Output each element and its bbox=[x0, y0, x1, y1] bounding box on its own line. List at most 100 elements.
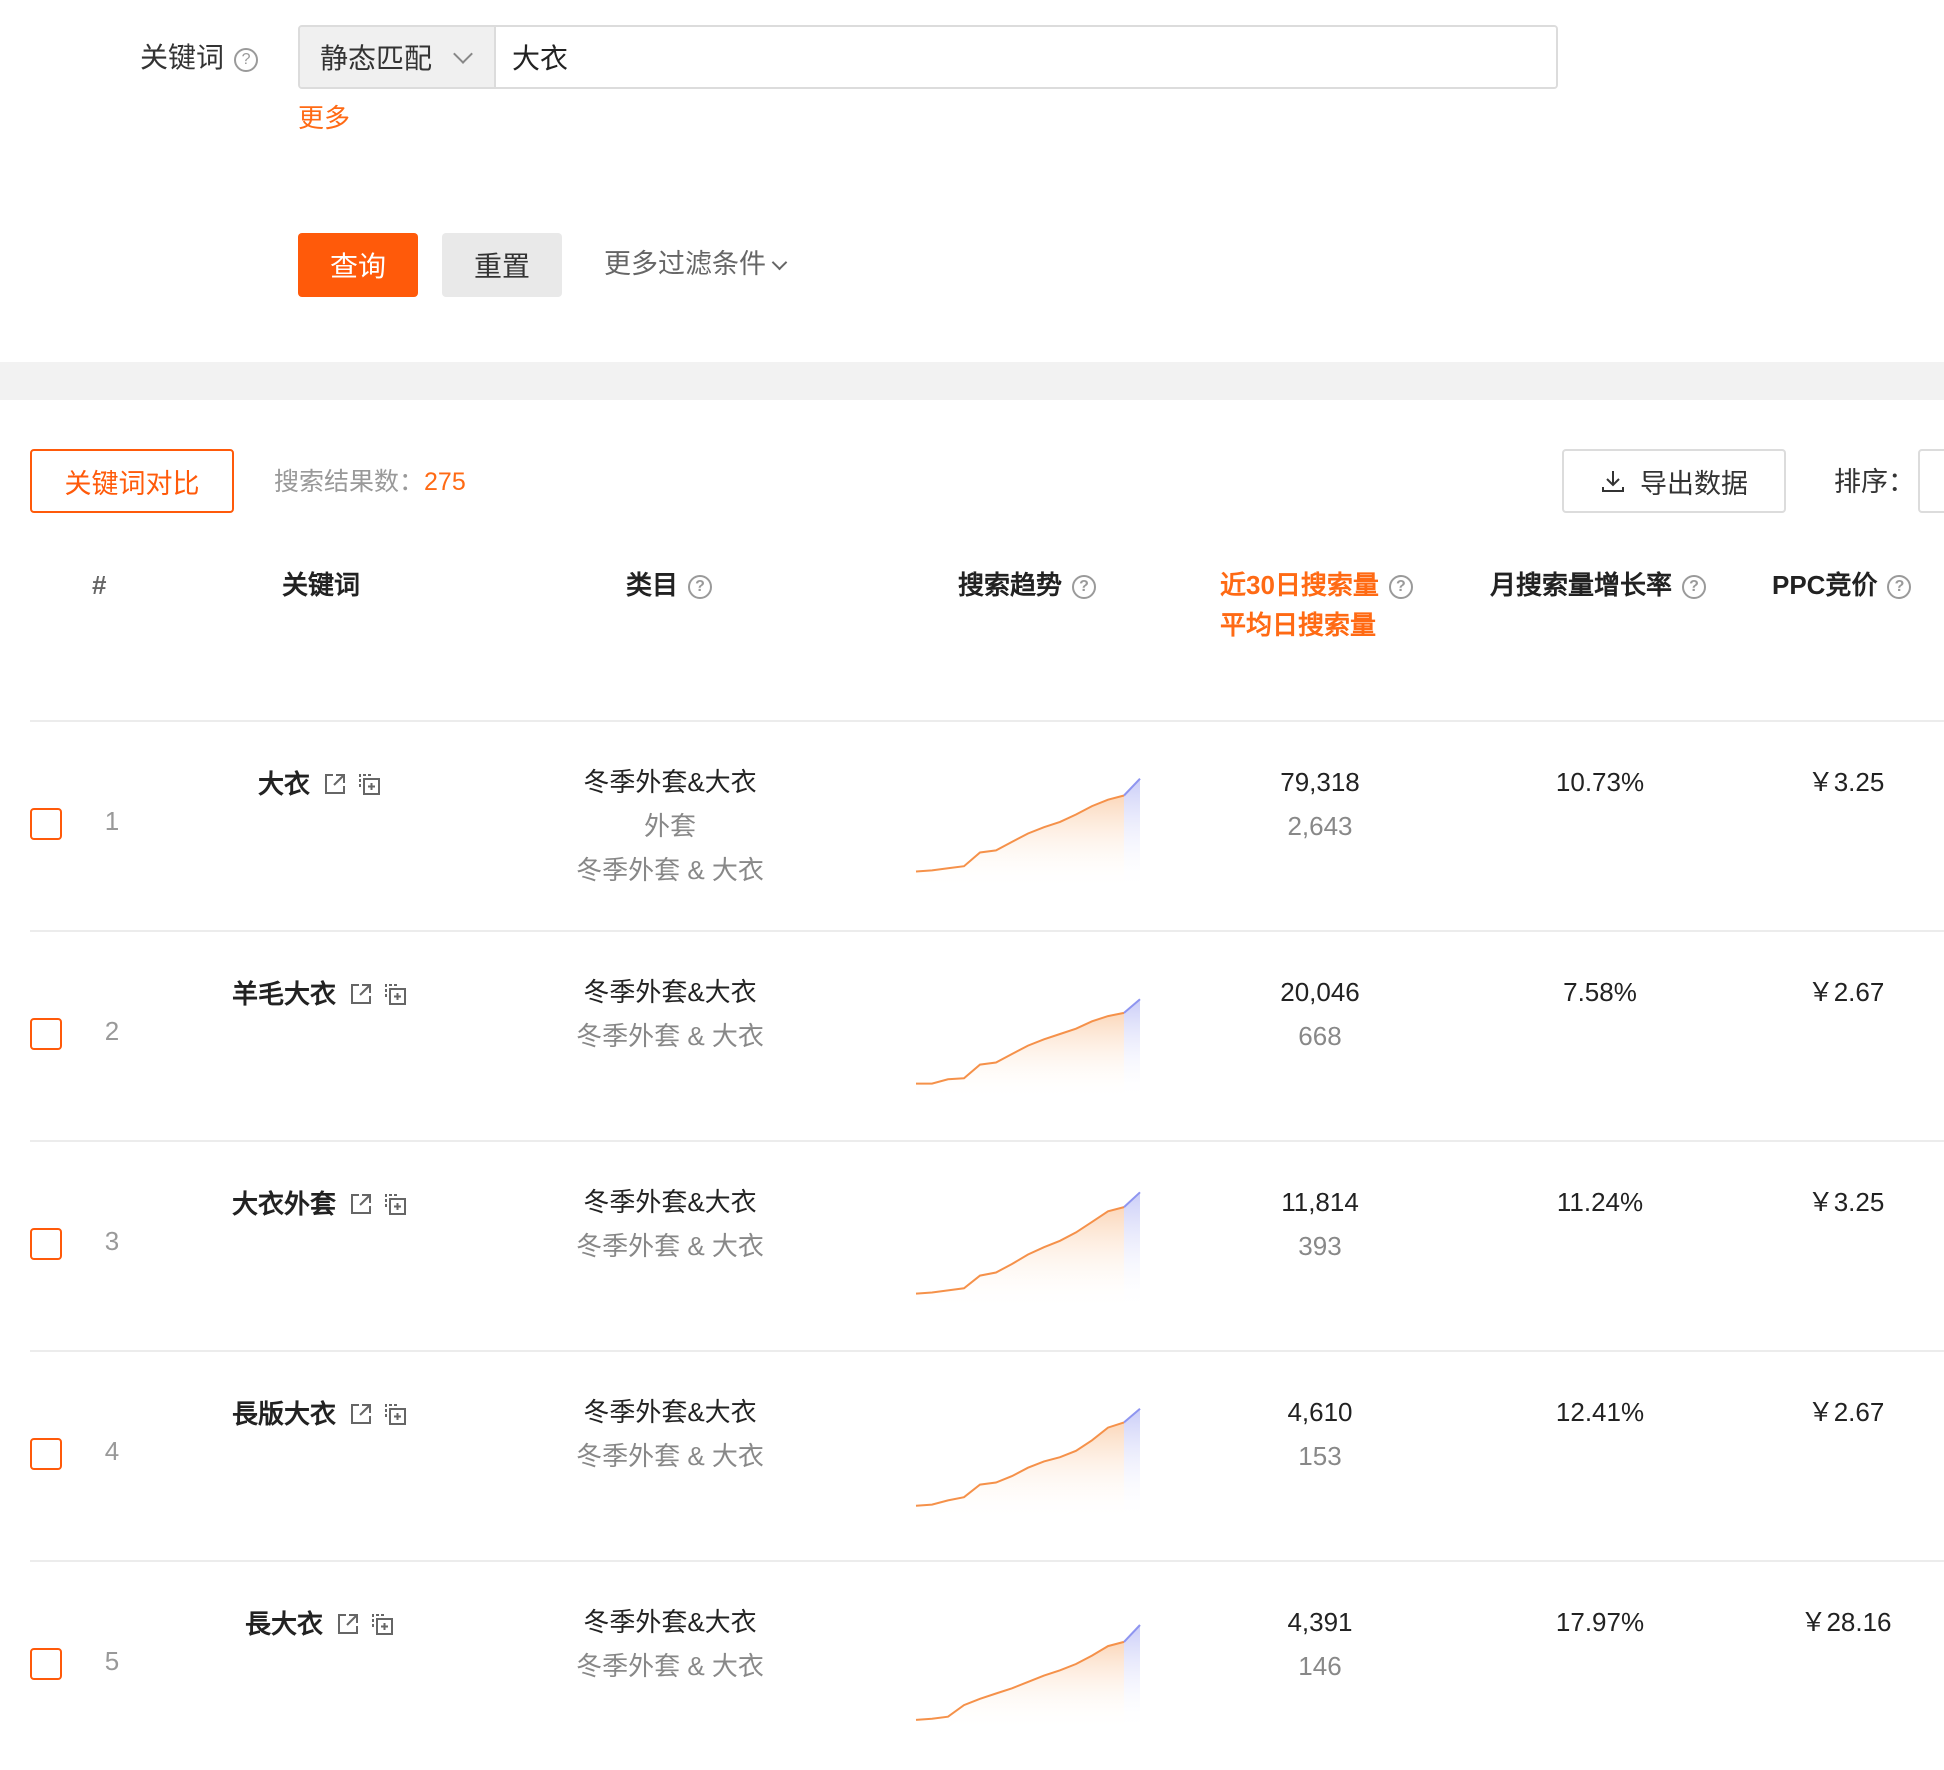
row-category: 冬季外套&大衣 冬季外套 & 大衣 bbox=[520, 970, 820, 1058]
table-row: 5 長大衣 冬季外套&大衣 冬季外套 & 大衣 4,391 146 17.97%… bbox=[0, 1560, 1944, 1770]
trend-area bbox=[916, 795, 1124, 890]
row-checkbox[interactable] bbox=[30, 1438, 62, 1470]
row-keyword-cell: 羊毛大衣 bbox=[170, 974, 470, 1014]
row-rank: 5 bbox=[104, 1646, 120, 1676]
row-rank: 4 bbox=[104, 1436, 120, 1466]
row-search-volume: 20,046 668 bbox=[1220, 970, 1420, 1058]
row-category-item: 冬季外套 & 大衣 bbox=[576, 1441, 764, 1471]
match-type-value: 静态匹配 bbox=[320, 43, 433, 74]
row-keyword[interactable]: 長版大衣 bbox=[232, 1394, 336, 1434]
row-keyword-cell: 長大衣 bbox=[170, 1604, 470, 1644]
row-rank: 1 bbox=[104, 806, 120, 836]
row-growth-rate: 11.24% bbox=[1556, 1187, 1644, 1217]
external-link-icon[interactable] bbox=[335, 1611, 361, 1637]
table-row: 3 大衣外套 冬季外套&大衣 冬季外套 & 大衣 11,814 393 11.2… bbox=[0, 1140, 1944, 1350]
row-trend-chart bbox=[912, 1390, 1144, 1525]
sort-select[interactable] bbox=[1918, 449, 1944, 513]
row-category-item: 冬季外套 & 大衣 bbox=[576, 1021, 764, 1051]
trend-sparkline bbox=[916, 998, 1141, 1100]
reset-button[interactable]: 重置 bbox=[442, 233, 562, 297]
more-link[interactable]: 更多 bbox=[298, 98, 350, 138]
col-header-growth: 月搜索量增长率? bbox=[1490, 565, 1707, 605]
trend-sparkline bbox=[915, 1624, 1141, 1730]
row-category-item: 冬季外套 & 大衣 bbox=[576, 855, 764, 885]
help-circle-icon[interactable]: ? bbox=[234, 47, 259, 72]
help-circle-icon[interactable]: ? bbox=[688, 575, 713, 600]
download-icon bbox=[1602, 471, 1624, 492]
external-link-icon[interactable] bbox=[322, 771, 348, 797]
help-circle-icon[interactable]: ? bbox=[1682, 575, 1707, 600]
external-link-icon[interactable] bbox=[348, 1401, 374, 1427]
external-link-icon[interactable] bbox=[348, 1191, 374, 1217]
result-count: 搜索结果数：275 bbox=[274, 462, 466, 502]
copy-icon[interactable] bbox=[382, 1401, 408, 1427]
row-trend-chart bbox=[912, 1600, 1144, 1735]
row-growth-rate: 17.97% bbox=[1555, 1607, 1645, 1637]
chevron-down-icon bbox=[453, 44, 473, 64]
row-keyword[interactable]: 大衣外套 bbox=[232, 1184, 336, 1224]
row-category-item: 冬季外套&大衣 bbox=[583, 1397, 757, 1427]
row-keyword[interactable]: 大衣 bbox=[258, 764, 310, 804]
row-ppc-bid: ￥2.67 bbox=[1807, 977, 1885, 1007]
row-category-item: 冬季外套&大衣 bbox=[583, 1607, 757, 1637]
table-row: 2 羊毛大衣 冬季外套&大衣 冬季外套 & 大衣 20,046 668 7.58… bbox=[0, 930, 1944, 1140]
table-row: 1 大衣 冬季外套&大衣 外套 冬季外套 & 大衣 79,318 2,643 1… bbox=[0, 720, 1944, 930]
row-ppc-bid: ￥28.16 bbox=[1800, 1607, 1892, 1637]
keyword-input[interactable] bbox=[496, 27, 1556, 87]
row-trend-chart bbox=[912, 760, 1144, 895]
row-growth-rate: 10.73% bbox=[1555, 767, 1645, 797]
row-category: 冬季外套&大衣 冬季外套 & 大衣 bbox=[520, 1390, 820, 1478]
row-search-volume: 79,318 2,643 bbox=[1220, 760, 1420, 848]
row-search-daily: 393 bbox=[1298, 1231, 1342, 1261]
external-link-icon[interactable] bbox=[348, 981, 374, 1007]
row-keyword[interactable]: 羊毛大衣 bbox=[232, 974, 336, 1014]
copy-icon[interactable] bbox=[369, 1611, 395, 1637]
query-button[interactable]: 查询 bbox=[298, 233, 418, 297]
row-rank: 2 bbox=[104, 1016, 120, 1046]
row-category: 冬季外套&大衣 冬季外套 & 大衣 bbox=[520, 1600, 820, 1688]
help-circle-icon[interactable]: ? bbox=[1388, 575, 1413, 600]
row-keyword-cell: 長版大衣 bbox=[170, 1394, 470, 1434]
row-search-daily: 2,643 bbox=[1287, 811, 1353, 841]
row-trend-chart bbox=[912, 1180, 1144, 1315]
row-ppc-bid: ￥3.25 bbox=[1807, 767, 1885, 797]
copy-icon[interactable] bbox=[382, 1191, 408, 1217]
col-header-ppc: PPC竞价? bbox=[1772, 565, 1912, 605]
col-header-search-daily[interactable]: 平均日搜索量 bbox=[1220, 605, 1376, 645]
col-header-category-label: 类目 bbox=[626, 570, 679, 600]
keyword-label-text: 关键词 bbox=[140, 42, 225, 73]
keyword-filter-label: 关键词? bbox=[140, 38, 259, 78]
row-category-item: 外套 bbox=[643, 811, 696, 841]
row-category: 冬季外套&大衣 冬季外套 & 大衣 bbox=[520, 1180, 820, 1268]
row-ppc-bid: ￥2.67 bbox=[1807, 1397, 1885, 1427]
row-search-volume: 4,391 146 bbox=[1220, 1600, 1420, 1688]
match-type-select[interactable]: 静态匹配 bbox=[300, 27, 496, 87]
copy-icon[interactable] bbox=[356, 771, 382, 797]
col-header-growth-label: 月搜索量增长率 bbox=[1490, 570, 1673, 600]
export-data-button[interactable]: 导出数据 bbox=[1562, 449, 1786, 513]
row-checkbox[interactable] bbox=[30, 808, 62, 840]
help-circle-icon[interactable]: ? bbox=[1887, 575, 1912, 600]
col-header-search-30d[interactable]: 近30日搜索量? bbox=[1220, 565, 1413, 605]
col-header-ppc-label: PPC竞价 bbox=[1772, 570, 1878, 600]
trend-highlight-area bbox=[1124, 1192, 1140, 1310]
row-checkbox[interactable] bbox=[30, 1228, 62, 1260]
trend-highlight-area bbox=[1124, 1408, 1140, 1520]
trend-sparkline bbox=[915, 1407, 1141, 1520]
help-circle-icon[interactable]: ? bbox=[1072, 575, 1097, 600]
row-search-30d: 20,046 bbox=[1280, 977, 1360, 1007]
row-checkbox[interactable] bbox=[30, 1648, 62, 1680]
row-keyword[interactable]: 長大衣 bbox=[245, 1604, 323, 1644]
col-header-rank: # bbox=[92, 570, 107, 600]
row-search-daily: 153 bbox=[1298, 1441, 1342, 1471]
row-growth-rate: 12.41% bbox=[1555, 1397, 1645, 1427]
row-checkbox[interactable] bbox=[30, 1018, 62, 1050]
row-category-item: 冬季外套&大衣 bbox=[583, 767, 757, 797]
keyword-compare-button[interactable]: 关键词对比 bbox=[30, 449, 234, 513]
row-search-volume: 4,610 153 bbox=[1220, 1390, 1420, 1478]
row-category-item: 冬季外套&大衣 bbox=[583, 977, 757, 1007]
more-filters-toggle[interactable]: 更多过滤条件 bbox=[604, 244, 788, 284]
copy-icon[interactable] bbox=[382, 981, 408, 1007]
trend-highlight-area bbox=[1124, 778, 1140, 890]
col-header-keyword: 关键词 bbox=[282, 570, 361, 600]
